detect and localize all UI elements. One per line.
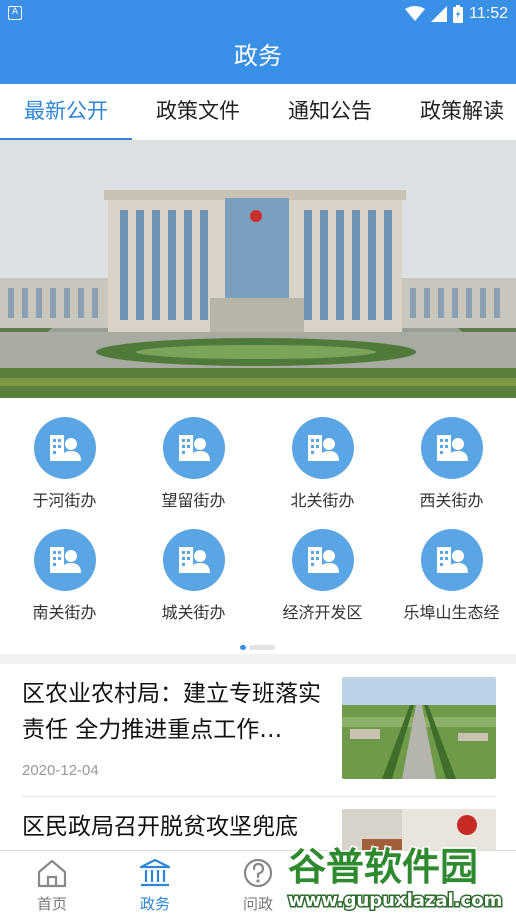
divider <box>22 796 496 797</box>
person-building-icon <box>291 417 354 479</box>
page-dot <box>249 645 275 650</box>
watermark-main-text: 谷普软件园 <box>288 845 478 889</box>
government-building-icon <box>115 857 195 889</box>
district-beiguan[interactable]: 北关街办 <box>258 417 387 511</box>
district-yuhe[interactable]: 于河街办 <box>0 417 129 511</box>
status-icons: 11:52 <box>405 3 508 25</box>
clock: 11:52 <box>469 5 508 22</box>
district-label: 乐埠山生态经 <box>403 603 500 622</box>
person-building-icon <box>420 417 483 479</box>
district-chengguan[interactable]: 城关街办 <box>129 529 258 623</box>
tab-policy-interpretation[interactable]: 政策解读 <box>396 84 516 140</box>
district-lebushan[interactable]: 乐埠山生态经 <box>387 529 516 623</box>
district-wangliu[interactable]: 望留街办 <box>129 417 258 511</box>
page-dot-active <box>240 645 246 650</box>
tab-policy-files[interactable]: 政策文件 <box>132 84 264 140</box>
person-building-icon <box>420 529 483 591</box>
tab-latest-public[interactable]: 最新公开 <box>0 84 132 140</box>
district-label: 南关街办 <box>32 603 97 622</box>
district-label: 西关街办 <box>419 491 484 510</box>
nav-home[interactable]: 首页 <box>12 857 92 914</box>
watermark-url-text: www.gupuxlazal.com <box>288 890 502 911</box>
app-notification-icon: A <box>8 6 22 20</box>
nav-label: 政务 <box>139 895 170 913</box>
district-label: 北关街办 <box>290 491 355 510</box>
wifi-icon <box>405 6 426 21</box>
person-building-icon <box>33 417 96 479</box>
district-xiguan[interactable]: 西关街办 <box>387 417 516 511</box>
status-bar: A 11:52 <box>0 0 516 28</box>
district-label: 于河街办 <box>32 491 97 510</box>
signal-icon <box>431 6 448 22</box>
nav-label: 首页 <box>36 895 67 913</box>
district-economic-zone[interactable]: 经济开发区 <box>258 529 387 623</box>
tab-bar: 最新公开 政策文件 通知公告 政策解读 <box>0 84 516 140</box>
district-label: 城关街办 <box>161 603 226 622</box>
watermark-logo: 谷普软件园 www.gupuxlazal.com <box>282 836 514 916</box>
person-building-icon <box>291 529 354 591</box>
person-building-icon <box>162 529 225 591</box>
district-label: 望留街办 <box>161 491 226 510</box>
news-date: 2020-12-04 <box>22 762 99 779</box>
battery-icon <box>453 5 464 23</box>
district-nanguan[interactable]: 南关街办 <box>0 529 129 623</box>
person-building-icon <box>33 529 96 591</box>
news-thumbnail[interactable] <box>342 677 496 779</box>
district-label: 经济开发区 <box>282 603 363 622</box>
news-list: 区农业农村局：建立专班落实责任 全力推进重点工作… 2020-12-04 区民政… <box>0 664 516 850</box>
government-building-photo <box>0 140 516 398</box>
tab-notices[interactable]: 通知公告 <box>264 84 396 140</box>
home-icon <box>12 857 92 889</box>
nav-government[interactable]: 政务 <box>115 857 195 914</box>
district-grid: 于河街办 望留街办 北关街办 西关街办 南关街办 城关街办 经济开发区 乐埠山生… <box>0 398 516 654</box>
page-title: 政务 <box>0 28 516 84</box>
news-title[interactable]: 区农业农村局：建立专班落实责任 全力推进重点工作… <box>22 676 332 748</box>
page-indicator <box>240 645 275 650</box>
person-building-icon <box>162 417 225 479</box>
banner-image[interactable] <box>0 140 516 398</box>
